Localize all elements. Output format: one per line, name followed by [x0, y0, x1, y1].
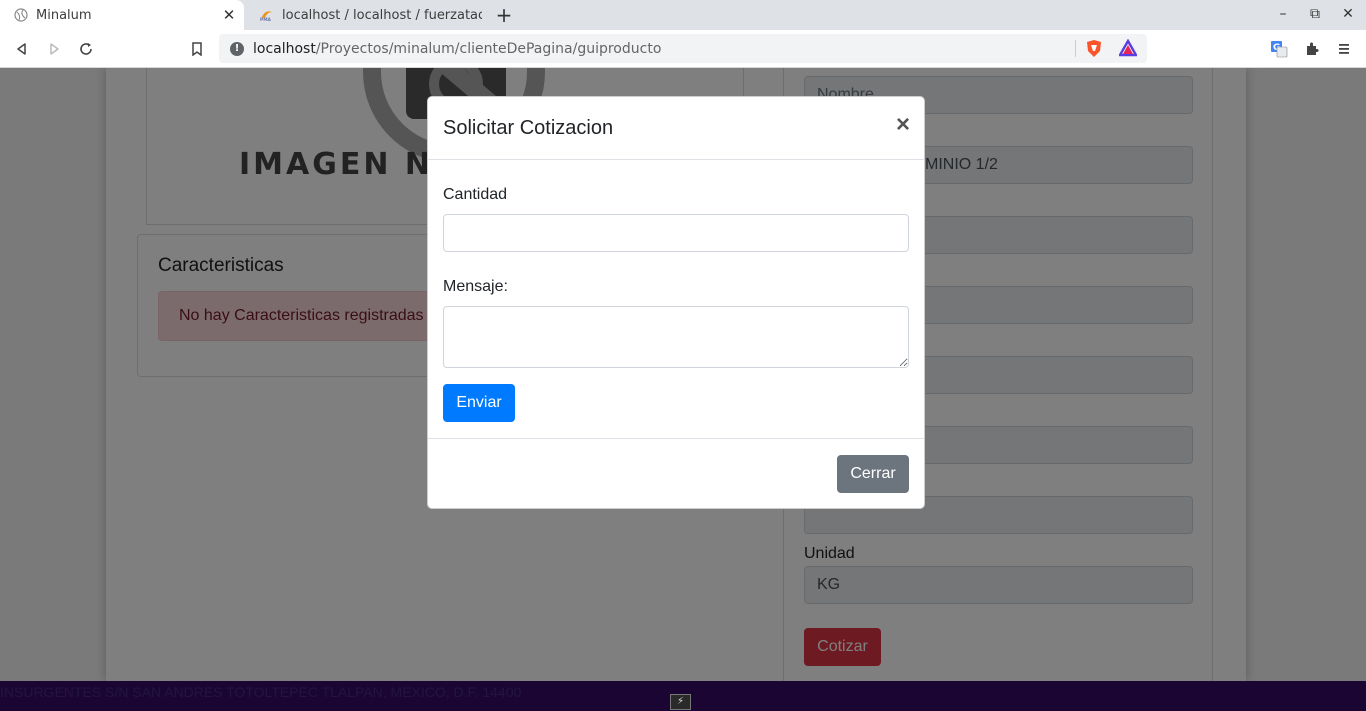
cantidad-label: Cantidad — [443, 186, 508, 203]
restore-button[interactable]: ⧉ — [1305, 6, 1325, 22]
translate-icon[interactable]: G — [1268, 38, 1290, 60]
page-footer: INSURGENTES S/N SAN ANDRES TOTOLTEPEC TL… — [0, 681, 1366, 711]
new-tab-button[interactable]: + — [494, 4, 514, 26]
cantidad-input[interactable] — [443, 214, 909, 252]
tab-phpmyadmin[interactable]: PMA localhost / localhost / fuerzatac — [246, 0, 482, 30]
menu-icon[interactable] — [1333, 38, 1355, 60]
globe-icon — [14, 8, 28, 22]
close-icon[interactable]: × — [896, 111, 910, 139]
extensions-icon[interactable] — [1301, 38, 1323, 60]
url-text: localhost/Proyectos/minalum/clienteDePag… — [253, 41, 661, 57]
brave-rewards-icon[interactable] — [1117, 38, 1139, 61]
url-path: /Proyectos/minalum/clienteDePagina/guipr… — [315, 40, 662, 57]
modal-header: Solicitar Cotizacion × — [428, 97, 924, 160]
forward-icon[interactable] — [43, 38, 65, 60]
tab-minalum[interactable]: Minalum ✕ — [0, 0, 244, 30]
footer-address: INSURGENTES S/N SAN ANDRES TOTOLTEPEC TL… — [0, 684, 522, 700]
bookmark-icon[interactable] — [186, 38, 208, 60]
close-tab-icon[interactable]: ✕ — [220, 6, 238, 24]
address-divider — [1075, 40, 1076, 57]
enviar-button[interactable]: Enviar — [443, 384, 515, 422]
tab-strip: Minalum ✕ PMA localhost / localhost / fu… — [0, 0, 1366, 30]
back-icon[interactable] — [11, 38, 33, 60]
reload-icon[interactable] — [75, 38, 97, 60]
url-host: localhost — [253, 40, 316, 57]
minimize-button[interactable]: – — [1273, 6, 1293, 22]
close-window-button[interactable]: ✕ — [1338, 6, 1358, 22]
address-bar[interactable]: ! localhost/Proyectos/minalum/clienteDeP… — [219, 34, 1147, 63]
mensaje-textarea[interactable] — [443, 306, 909, 368]
modal-title: Solicitar Cotizacion — [443, 117, 614, 139]
modal-footer: Cerrar — [428, 438, 924, 508]
browser-toolbar: ! localhost/Proyectos/minalum/clienteDeP… — [0, 30, 1366, 68]
mensaje-label: Mensaje: — [443, 278, 508, 295]
bolt-icon[interactable]: ⚡ — [670, 694, 691, 710]
svg-text:PMA: PMA — [260, 17, 272, 22]
site-info-icon[interactable]: ! — [230, 41, 244, 56]
phpmyadmin-icon: PMA — [260, 8, 274, 22]
quote-modal: Solicitar Cotizacion × Cantidad Mensaje:… — [427, 96, 925, 509]
tab-title: Minalum — [36, 7, 92, 23]
cerrar-button[interactable]: Cerrar — [837, 455, 909, 493]
tab-title: localhost / localhost / fuerzatac — [282, 7, 482, 23]
brave-shield-icon[interactable] — [1085, 39, 1103, 62]
